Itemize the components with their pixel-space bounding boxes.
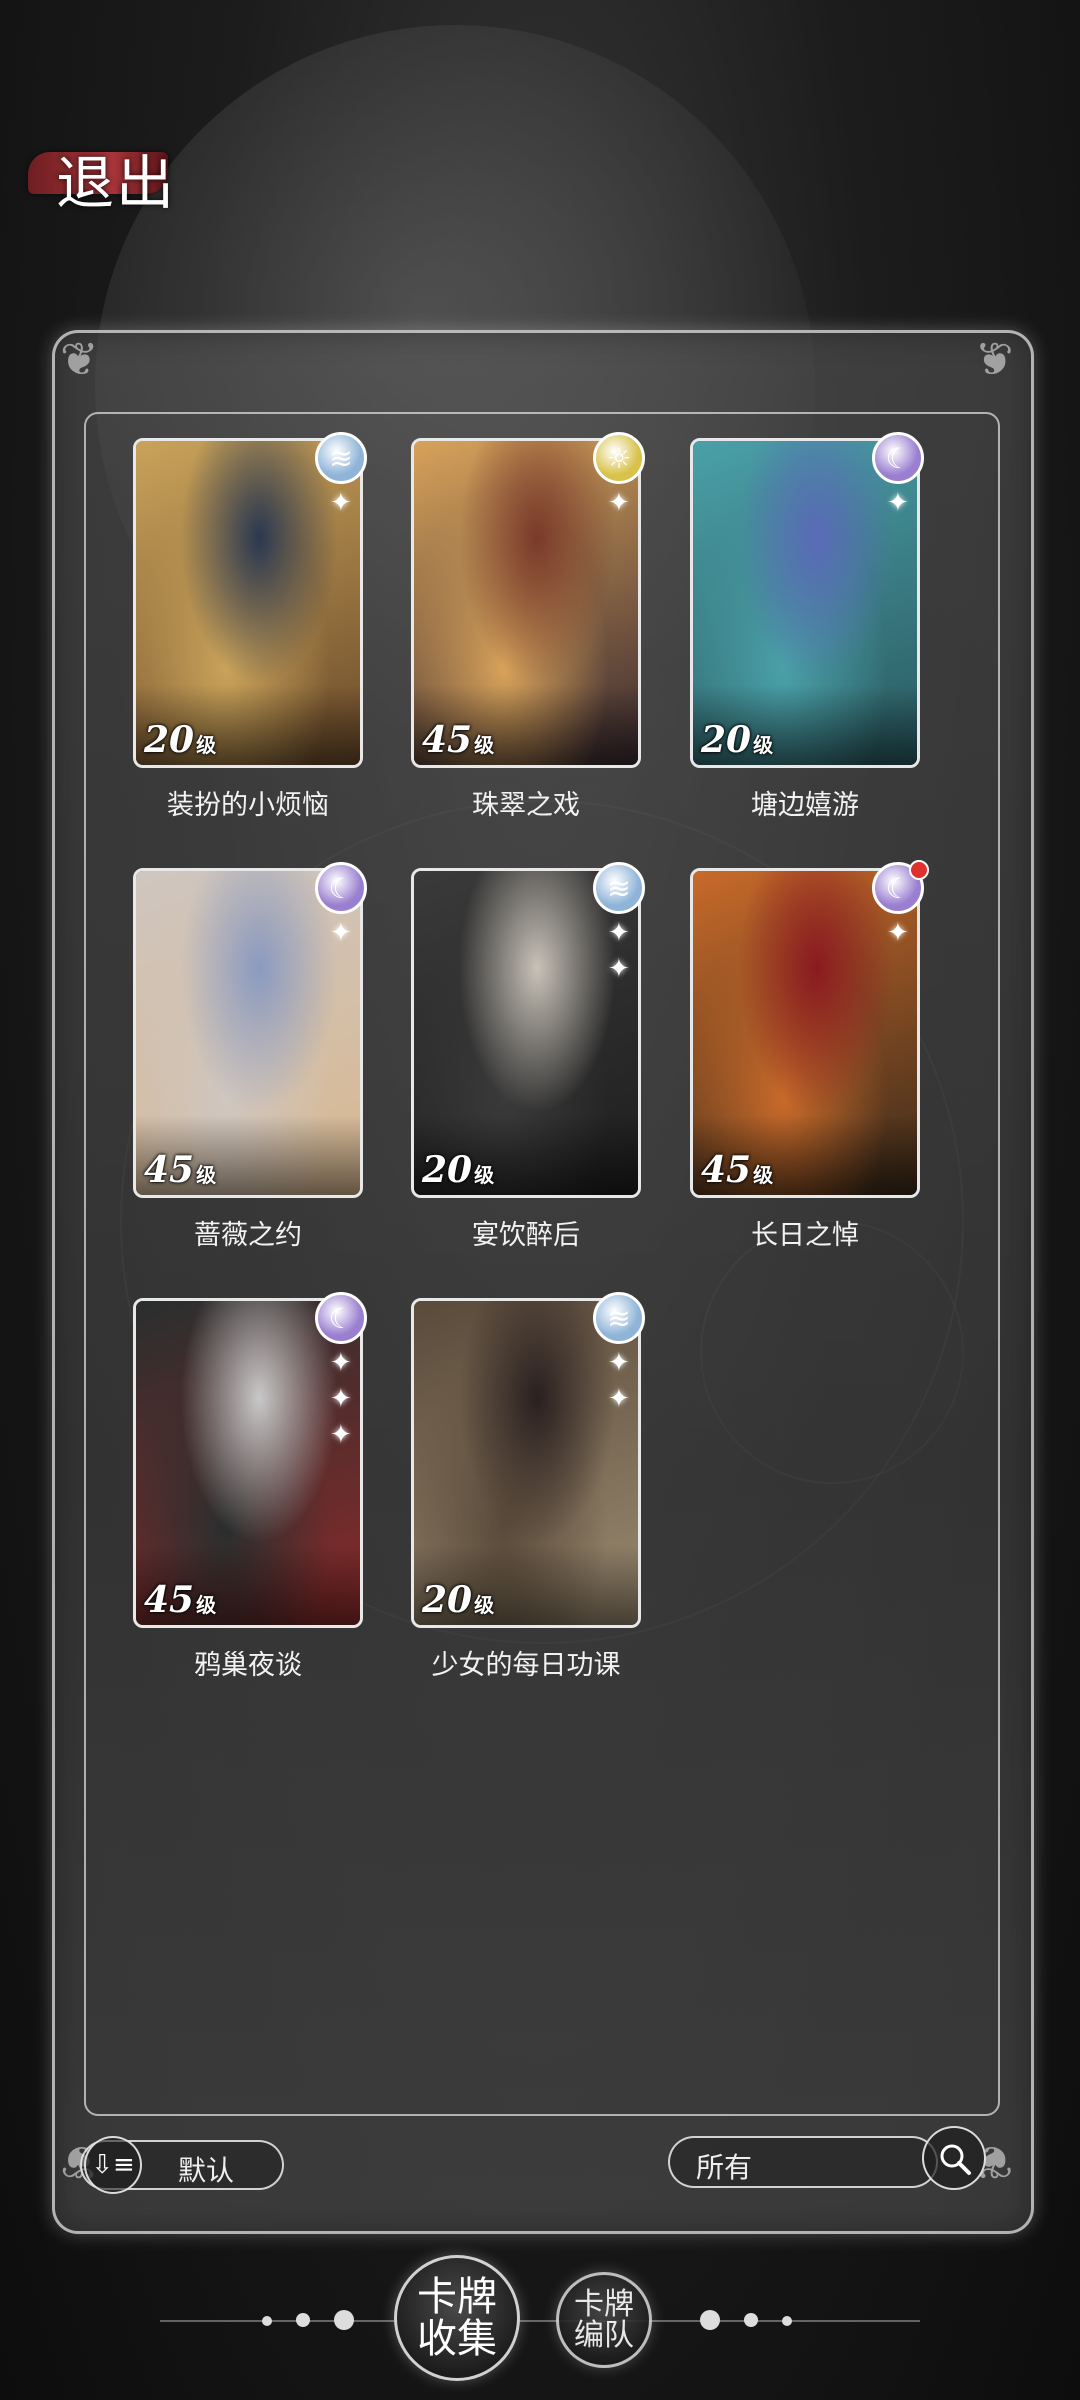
star-icon: ✦ (330, 488, 352, 518)
card-name: 鸦巢夜谈 (194, 1650, 302, 1681)
star-icon: ✦ (887, 918, 909, 948)
card-item[interactable]: 45 级 (133, 1298, 363, 1628)
card-item[interactable]: 45 级 (690, 868, 920, 1198)
card-name: 长日之悼 (751, 1220, 859, 1251)
card-level-number: 45 (144, 1149, 195, 1191)
card-level: 45 级 (422, 719, 494, 761)
moon-icon: ☾ (872, 432, 924, 484)
nav-dot (296, 2313, 310, 2327)
star-icon: ✦ (608, 1348, 630, 1378)
card-level: 20 级 (701, 719, 773, 761)
card-level-unit: 级 (474, 1593, 495, 1617)
corner-ornament-top-right: ❦ (975, 332, 1014, 386)
star-icon: ✦ (608, 488, 630, 518)
card-level: 45 级 (144, 1579, 216, 1621)
star-icon: ✦ (330, 918, 352, 948)
card-name: 宴饮醉后 (472, 1220, 580, 1251)
star-icon: ✦ (608, 954, 630, 984)
card-level-number: 20 (144, 719, 195, 761)
card-name: 装扮的小烦恼 (167, 790, 329, 821)
card-collection-label: 卡牌收集 (417, 2274, 497, 2362)
star-icon: ✦ (330, 1384, 352, 1414)
card-stars: ✦ (608, 488, 630, 518)
nav-dot (262, 2316, 272, 2326)
card-level-number: 20 (422, 1149, 473, 1191)
card-level-number: 20 (701, 719, 752, 761)
search-button[interactable] (922, 2126, 986, 2190)
card-level: 45 级 (144, 1149, 216, 1191)
card-name: 珠翠之戏 (472, 790, 580, 821)
card-stars: ✦ (887, 918, 909, 948)
card-level-unit: 级 (753, 733, 774, 757)
card-item[interactable]: 45 级 (133, 868, 363, 1198)
card-level-unit: 级 (474, 733, 495, 757)
card-level: 45 级 (701, 1149, 773, 1191)
wind-icon: ≋ (593, 1292, 645, 1344)
card-item[interactable]: 45 级 (411, 438, 641, 768)
star-icon: ✦ (608, 1384, 630, 1414)
sort-icon: ⇩≡ (84, 2136, 142, 2194)
card-stars: ✦ (330, 918, 352, 948)
moon-icon: ☾ (315, 1292, 367, 1344)
card-stars: ✦ ✦ (608, 918, 630, 984)
filter-label: 所有 (696, 2151, 753, 2184)
nav-divider (160, 2320, 920, 2322)
search-icon (940, 2144, 971, 2175)
card-stars: ✦ ✦ ✦ (330, 1348, 352, 1450)
moon-icon: ☾ (315, 862, 367, 914)
card-level-unit: 级 (196, 733, 217, 757)
card-team-tab[interactable]: 卡牌编队 (556, 2272, 652, 2368)
corner-ornament-top-left: ❦ (60, 332, 99, 386)
card-team-label: 卡牌编队 (574, 2286, 634, 2353)
card-stars: ✦ (330, 488, 352, 518)
card-level: 20 级 (422, 1579, 494, 1621)
sort-dropdown[interactable]: ⇩≡ 默认 (80, 2136, 284, 2194)
card-level-unit: 级 (753, 1163, 774, 1187)
wind-icon: ≋ (593, 862, 645, 914)
card-level-number: 45 (701, 1149, 752, 1191)
card-level-number: 45 (144, 1579, 195, 1621)
card-item[interactable]: 20 级 (411, 868, 641, 1198)
card-level: 20 级 (422, 1149, 494, 1191)
star-icon: ✦ (330, 1420, 352, 1450)
star-icon: ✦ (330, 1348, 352, 1378)
card-name: 少女的每日功课 (431, 1650, 621, 1681)
sort-label: 默认 (178, 2154, 235, 2187)
card-collection-tab[interactable]: 卡牌收集 (394, 2255, 520, 2381)
card-stars: ✦ (887, 488, 909, 518)
card-item[interactable]: 20 级 (411, 1298, 641, 1628)
card-level-number: 45 (422, 719, 473, 761)
card-level: 20 级 (144, 719, 216, 761)
nav-dot (782, 2316, 792, 2326)
card-name: 塘边嬉游 (751, 790, 859, 821)
star-icon: ✦ (608, 918, 630, 948)
card-level-unit: 级 (196, 1593, 217, 1617)
card-level-unit: 级 (196, 1163, 217, 1187)
filter-dropdown[interactable]: 所有 (668, 2136, 938, 2188)
card-level-unit: 级 (474, 1163, 495, 1187)
wind-icon: ≋ (315, 432, 367, 484)
star-icon: ✦ (887, 488, 909, 518)
card-stars: ✦ ✦ (608, 1348, 630, 1414)
nav-dot (334, 2310, 354, 2330)
card-item[interactable]: 20 级 (690, 438, 920, 768)
card-level-number: 20 (422, 1579, 473, 1621)
card-item[interactable]: 20 级 (133, 438, 363, 768)
sun-icon: ☼ (593, 432, 645, 484)
card-name: 蔷薇之约 (194, 1220, 302, 1251)
exit-label: 退出 (56, 149, 177, 217)
new-indicator-dot (909, 860, 929, 880)
nav-dot (744, 2313, 758, 2327)
exit-button[interactable]: 退出 (18, 130, 193, 217)
nav-dot (700, 2310, 720, 2330)
